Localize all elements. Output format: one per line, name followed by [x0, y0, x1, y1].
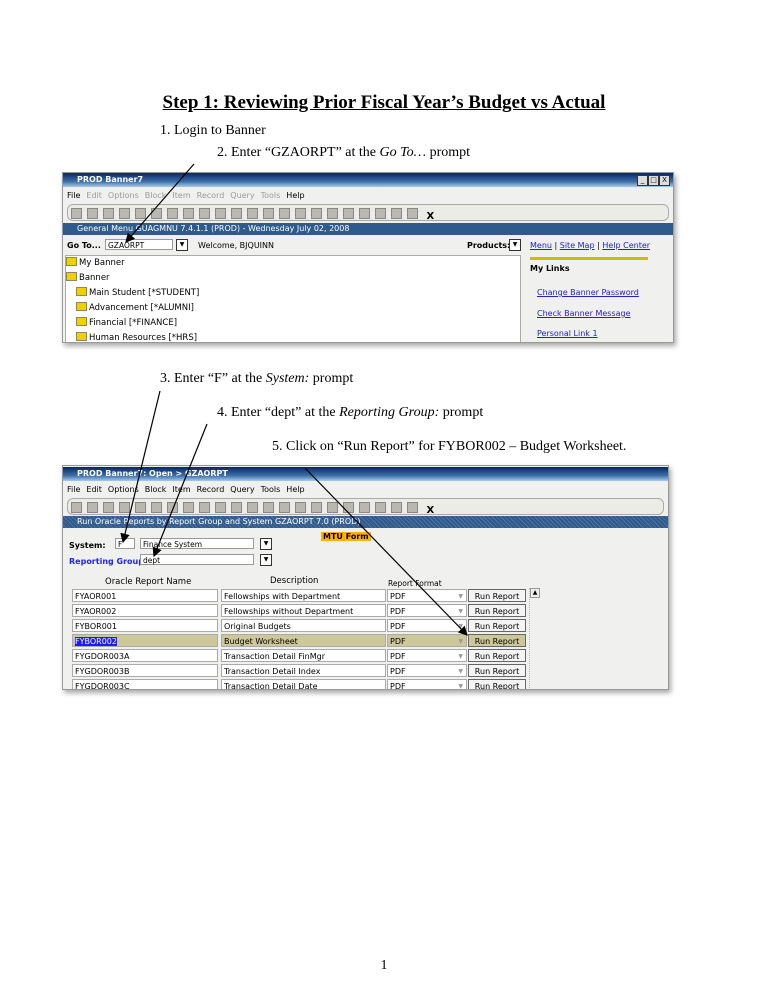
document-page: Step 1: Reviewing Prior Fiscal Year’s Bu…: [0, 0, 768, 994]
arrow-step-2: [125, 163, 195, 243]
page-number: 1: [380, 958, 388, 973]
arrow-step-4: [152, 423, 208, 558]
arrow-step-5: [304, 467, 468, 636]
callout-arrows: [120, 163, 468, 636]
arrow-step-3: [120, 390, 161, 544]
